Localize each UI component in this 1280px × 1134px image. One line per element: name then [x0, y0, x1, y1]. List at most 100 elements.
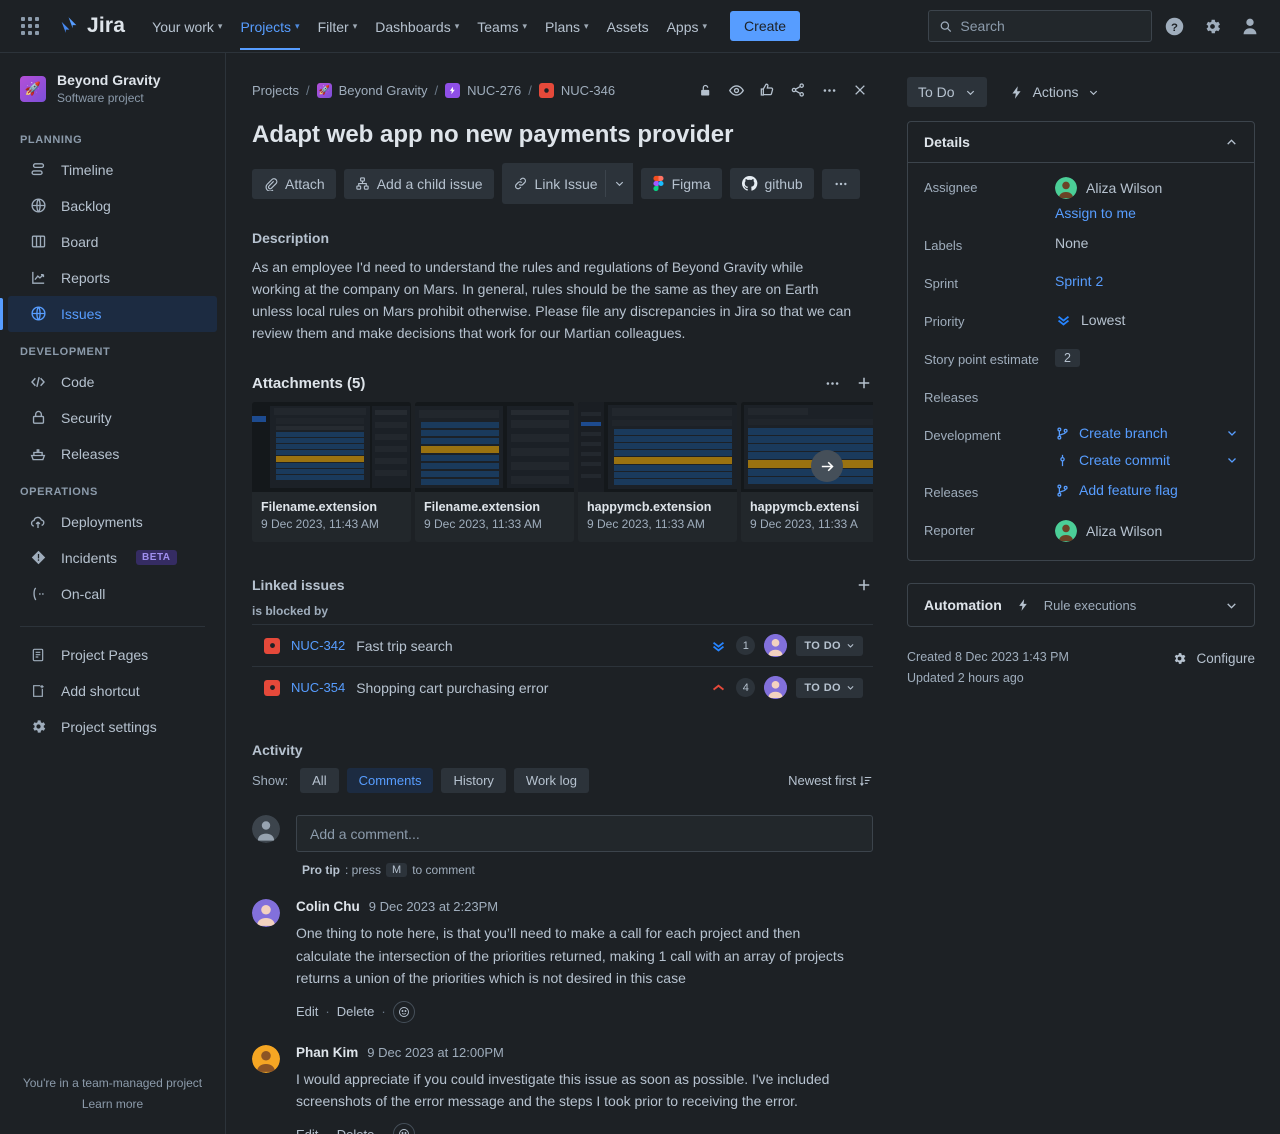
chevron-down-icon[interactable]	[1226, 454, 1238, 466]
gear-icon[interactable]	[1196, 10, 1228, 42]
linked-issue-key[interactable]: NUC-342	[291, 638, 345, 653]
watch-eye-icon[interactable]	[723, 77, 749, 103]
avatar[interactable]	[252, 1045, 280, 1073]
learn-more-link[interactable]: Learn more	[16, 1094, 209, 1116]
sidebar-item-project-pages[interactable]: Project Pages	[8, 637, 217, 673]
nav-item-your-work[interactable]: Your work ▾	[143, 3, 231, 50]
linked-issues-add-icon[interactable]	[855, 576, 873, 594]
breadcrumb-project[interactable]: Beyond Gravity	[339, 83, 428, 98]
help-circle-icon[interactable]: ?	[1158, 10, 1190, 42]
close-icon[interactable]	[847, 77, 873, 103]
avatar[interactable]	[764, 676, 787, 699]
linked-issue-row[interactable]: NUC-342 Fast trip search 1 TO DO	[252, 624, 873, 666]
linked-issue-row[interactable]: NUC-354 Shopping cart purchasing error 4…	[252, 666, 873, 708]
activity-tab-history[interactable]: History	[441, 768, 505, 793]
activity-tab-work-log[interactable]: Work log	[514, 768, 589, 793]
chevron-down-icon[interactable]	[1226, 427, 1238, 439]
sidebar-item-code[interactable]: Code	[8, 364, 217, 400]
sidebar-item-on-call[interactable]: On-call	[8, 576, 217, 612]
comment-delete-link[interactable]: Delete	[337, 1004, 375, 1019]
jira-logo[interactable]: Jira	[58, 14, 125, 38]
sidebar-item-incidents[interactable]: Incidents BETA	[8, 540, 217, 576]
nav-item-assets[interactable]: Assets	[598, 3, 658, 50]
add-feature-flag-row[interactable]: Add feature flag	[1055, 482, 1238, 498]
attachment-card[interactable]: Filename.extension 9 Dec 2023, 11:43 AM	[252, 402, 411, 542]
attachments-more-icon[interactable]	[824, 375, 841, 392]
activity-tab-comments[interactable]: Comments	[347, 768, 434, 793]
configure-button[interactable]: Configure	[1172, 647, 1255, 666]
assign-to-me-link[interactable]: Assign to me	[1055, 205, 1136, 221]
search-box[interactable]	[928, 10, 1152, 42]
status-badge[interactable]: TO DO	[796, 636, 863, 656]
attachments-add-icon[interactable]	[855, 374, 873, 392]
comment-delete-link[interactable]: Delete	[337, 1127, 375, 1134]
sidebar-item-board[interactable]: Board	[8, 224, 217, 260]
automation-card[interactable]: Automation Rule executions	[907, 583, 1255, 627]
sidebar-item-releases[interactable]: Releases	[8, 436, 217, 472]
figma-button[interactable]: Figma	[641, 168, 722, 199]
activity-tab-all[interactable]: All	[300, 768, 338, 793]
breadcrumb-current-issue[interactable]: NUC-346	[561, 83, 615, 98]
status-badge[interactable]: TO DO	[796, 678, 863, 698]
nav-item-teams[interactable]: Teams ▾	[468, 3, 536, 50]
like-thumb-icon[interactable]	[754, 77, 780, 103]
issue-actions-dropdown[interactable]: Actions	[1005, 77, 1103, 107]
nav-item-apps[interactable]: Apps ▾	[658, 3, 716, 50]
more-options-icon[interactable]	[816, 77, 842, 103]
create-commit-link[interactable]: Create commit	[1079, 452, 1170, 468]
sidebar-item-project-settings[interactable]: Project settings	[8, 709, 217, 745]
link-issue-dropdown[interactable]	[605, 170, 633, 197]
create-button[interactable]: Create	[730, 11, 800, 41]
search-input[interactable]	[960, 18, 1141, 34]
linked-issue-key[interactable]: NUC-354	[291, 680, 345, 695]
labels-value[interactable]: None	[1055, 235, 1238, 251]
attachment-card[interactable]: happymcb.extensi 9 Dec 2023, 11:33 A	[741, 402, 873, 542]
add-child-issue-button[interactable]: Add a child issue	[344, 169, 494, 199]
attachment-card[interactable]: happymcb.extension 9 Dec 2023, 11:33 AM	[578, 402, 737, 542]
comment-edit-link[interactable]: Edit	[296, 1004, 318, 1019]
sidebar-item-issues[interactable]: Issues	[8, 296, 217, 332]
add-feature-flag-link[interactable]: Add feature flag	[1079, 482, 1178, 498]
github-button[interactable]: github	[730, 168, 814, 199]
sidebar-item-add-shortcut[interactable]: Add shortcut	[8, 673, 217, 709]
sidebar-item-security[interactable]: Security	[8, 400, 217, 436]
add-comment-input[interactable]: Add a comment...	[296, 815, 873, 852]
comment-author[interactable]: Colin Chu	[296, 899, 360, 914]
assignee-value[interactable]: Aliza Wilson	[1055, 177, 1162, 199]
create-branch-link[interactable]: Create branch	[1079, 425, 1168, 441]
reporter-value[interactable]: Aliza Wilson	[1055, 520, 1238, 542]
unlock-icon[interactable]	[692, 77, 718, 103]
more-actions-button[interactable]	[822, 169, 860, 199]
sidebar-item-deployments[interactable]: Deployments	[8, 504, 217, 540]
attach-button[interactable]: Attach	[252, 169, 336, 199]
chevron-down-icon[interactable]	[1225, 599, 1238, 612]
chevron-up-icon[interactable]	[1225, 136, 1238, 149]
attachment-card[interactable]: Filename.extension 9 Dec 2023, 11:33 AM	[415, 402, 574, 542]
avatar[interactable]	[252, 899, 280, 927]
link-issue-button[interactable]: Link Issue	[502, 163, 633, 204]
sprint-value[interactable]: Sprint 2	[1055, 273, 1103, 289]
activity-sort-toggle[interactable]: Newest first	[788, 773, 873, 788]
story-point-value[interactable]: 2	[1055, 349, 1080, 367]
create-commit-row[interactable]: Create commit	[1055, 452, 1238, 468]
issue-status-dropdown[interactable]: To Do	[907, 77, 987, 107]
account-avatar-icon[interactable]	[1234, 10, 1266, 42]
add-reaction-icon[interactable]	[393, 1123, 415, 1134]
nav-item-dashboards[interactable]: Dashboards ▾	[366, 3, 468, 50]
sidebar-item-timeline[interactable]: Timeline	[8, 152, 217, 188]
sidebar-item-backlog[interactable]: Backlog	[8, 188, 217, 224]
priority-value[interactable]: Lowest	[1055, 311, 1238, 328]
create-branch-row[interactable]: Create branch	[1055, 425, 1238, 441]
share-icon[interactable]	[785, 77, 811, 103]
nav-item-plans[interactable]: Plans ▾	[536, 3, 598, 50]
comment-edit-link[interactable]: Edit	[296, 1127, 318, 1134]
app-switcher-grid-icon[interactable]	[14, 10, 46, 42]
breadcrumb-projects[interactable]: Projects	[252, 83, 299, 98]
sidebar-item-reports[interactable]: Reports	[8, 260, 217, 296]
project-header[interactable]: 🚀 Beyond Gravity Software project	[0, 53, 225, 120]
breadcrumb-parent-issue[interactable]: NUC-276	[467, 83, 521, 98]
nav-item-filter[interactable]: Filter ▾	[309, 3, 367, 50]
nav-item-projects[interactable]: Projects ▾	[231, 3, 308, 50]
comment-author[interactable]: Phan Kim	[296, 1045, 358, 1060]
avatar[interactable]	[764, 634, 787, 657]
